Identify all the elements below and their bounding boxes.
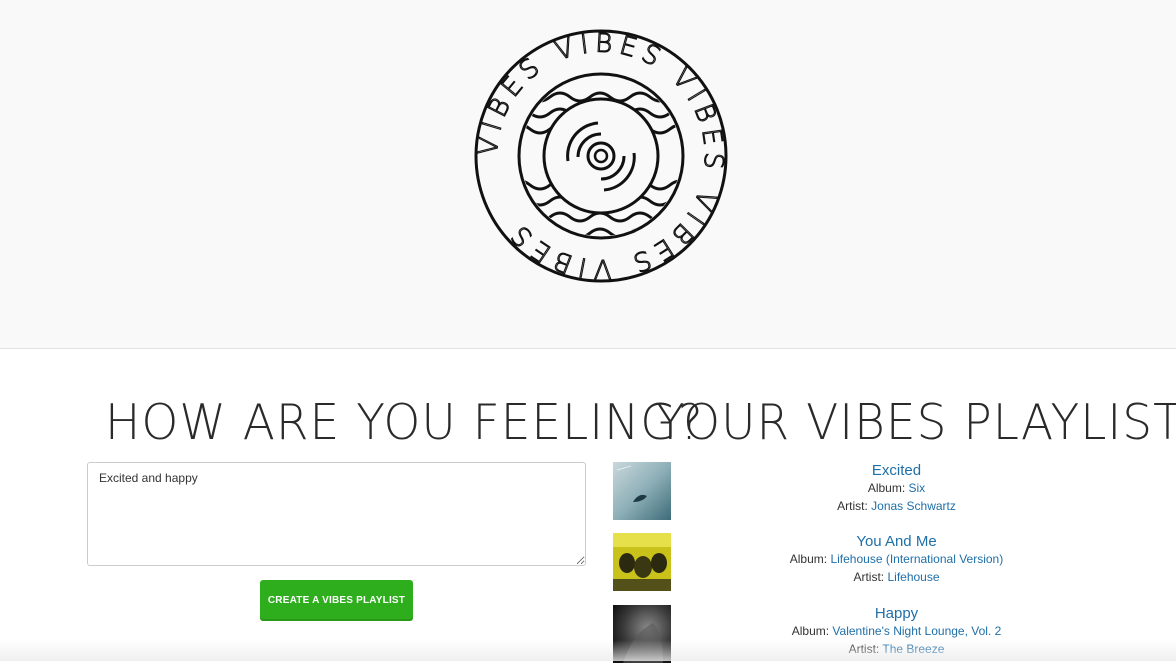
- artist-link[interactable]: Jonas Schwartz: [871, 499, 956, 513]
- feeling-heading: HOW ARE YOU FEELING?: [105, 394, 704, 452]
- track-title-link[interactable]: Happy: [671, 605, 1122, 622]
- track-album-line: Album: Six: [671, 479, 1122, 497]
- album-link[interactable]: Valentine's Night Lounge, Vol. 2: [832, 624, 1001, 638]
- playlist-track: You And Me Album: Lifehouse (Internation…: [613, 533, 1176, 595]
- track-artist-line: Artist: Lifehouse: [671, 568, 1122, 586]
- album-label: Album:: [789, 552, 828, 566]
- vibes-logo: VIBES VIBES VIBES VIBES VIBES: [473, 28, 728, 284]
- album-link[interactable]: Lifehouse (International Version): [830, 552, 1003, 566]
- track-title-link[interactable]: You And Me: [671, 533, 1122, 550]
- artist-link[interactable]: The Breeze: [882, 642, 944, 656]
- track-album-line: Album: Valentine's Night Lounge, Vol. 2: [671, 622, 1122, 640]
- album-label: Album:: [791, 624, 830, 638]
- album-label: Album:: [867, 481, 906, 495]
- create-playlist-button[interactable]: CREATE A VIBES PLAYLIST: [260, 580, 413, 621]
- track-artist-line: Artist: Jonas Schwartz: [671, 497, 1122, 515]
- artist-label: Artist:: [848, 642, 880, 656]
- album-art[interactable]: [613, 533, 671, 591]
- feeling-input[interactable]: Excited and happy: [87, 462, 586, 566]
- artist-link[interactable]: Lifehouse: [887, 570, 939, 584]
- track-artist-line: Artist: The Breeze: [671, 640, 1122, 658]
- album-link[interactable]: Six: [909, 481, 926, 495]
- album-art[interactable]: [613, 605, 671, 663]
- track-album-line: Album: Lifehouse (International Version): [671, 550, 1122, 568]
- playlist-track: Excited Album: Six Artist: Jonas Schwart…: [613, 462, 1176, 524]
- album-art[interactable]: [613, 462, 671, 520]
- hero-banner: VIBES VIBES VIBES VIBES VIBES: [0, 0, 1176, 349]
- playlist-track: Happy Album: Valentine's Night Lounge, V…: [613, 605, 1176, 667]
- playlist-heading: YOUR VIBES PLAYLIST: [656, 394, 1176, 452]
- artist-label: Artist:: [853, 570, 885, 584]
- track-title-link[interactable]: Excited: [671, 462, 1122, 479]
- artist-label: Artist:: [837, 499, 868, 513]
